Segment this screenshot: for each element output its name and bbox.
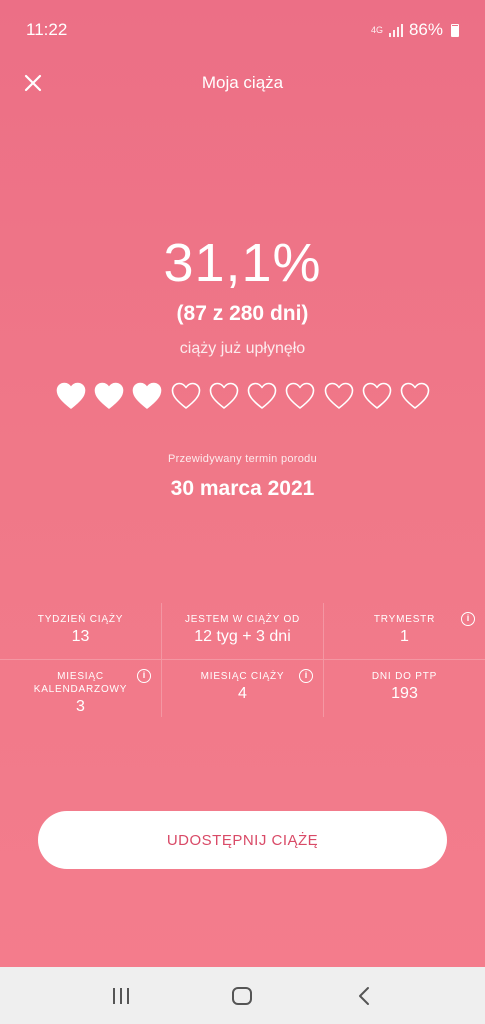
stats-grid: TYDZIEŃ CIĄŻY 13 JESTEM W CIĄŻY OD 12 ty… [0, 603, 485, 717]
stat-week-label: TYDZIEŃ CIĄŻY [37, 614, 124, 625]
stat-since-value: 12 tyg + 3 dni [194, 628, 291, 645]
progress-elapsed-text: ciąży już upłynęło [179, 340, 306, 357]
heart-filled-icon [133, 382, 162, 409]
stat-since: JESTEM W CIĄŻY OD 12 tyg + 3 dni [161, 603, 323, 659]
heart-filled-icon [94, 382, 124, 409]
stat-week-value: 13 [71, 628, 90, 645]
network-type-icon: 4G [370, 24, 383, 35]
stat-trimester: TRYMESTR 1 i [323, 603, 485, 659]
heart-outline-icon [324, 382, 353, 409]
stat-calendar-month: MIESIĄC KALENDARZOWY 3 i [0, 660, 161, 717]
progress-summary: 31,1% (87 z 280 dni) ciąży już upłynęło [0, 226, 485, 358]
stat-days-to-due-label: DNI DO PTP [371, 671, 438, 682]
status-time: 11:22 [26, 20, 68, 39]
close-button[interactable] [18, 68, 48, 98]
due-date-value: 30 marca 2021 [170, 477, 315, 500]
progress-percent: 31,1% [163, 233, 322, 293]
battery-percent: 86% [408, 20, 443, 39]
recent-apps-button[interactable] [101, 976, 141, 1016]
progress-days: (87 z 280 dni) [176, 302, 309, 325]
stat-trimester-value: 1 [400, 628, 409, 645]
share-pregnancy-button[interactable]: UDOSTĘPNIJ CIĄŻĘ [38, 811, 447, 869]
heart-outline-icon [209, 382, 239, 409]
stat-since-label: JESTEM W CIĄŻY OD [184, 614, 301, 625]
stat-pregnancy-month-value: 4 [238, 685, 247, 702]
heart-outline-icon [171, 382, 200, 409]
stat-days-to-due: DNI DO PTP 193 [323, 660, 485, 717]
due-date-section: Przewidywany termin porodu 30 marca 2021 [0, 453, 485, 501]
stat-days-to-due-value: 193 [391, 685, 418, 702]
recent-apps-icon [112, 987, 129, 1004]
heart-outline-icon [286, 382, 315, 409]
stats-row: TYDZIEŃ CIĄŻY 13 JESTEM W CIĄŻY OD 12 ty… [0, 603, 485, 659]
status-bar: 11:22 4G 86% [0, 0, 485, 60]
back-icon [359, 986, 370, 1005]
heart-outline-icon [400, 382, 430, 409]
status-indicators: 4G 86% [371, 20, 459, 40]
top-bar: Moja ciąża [0, 60, 485, 106]
stat-week: TYDZIEŃ CIĄŻY 13 [0, 603, 161, 659]
trimester-info-icon[interactable]: i [461, 612, 475, 626]
back-button[interactable] [344, 976, 384, 1016]
due-date-label: Przewidywany termin porodu [167, 453, 318, 465]
progress-hearts [56, 382, 430, 412]
heart-outline-icon [362, 382, 392, 409]
calendar-month-info-icon[interactable]: i [137, 669, 151, 683]
page-title: Moja ciąża [201, 73, 284, 92]
pregnancy-month-info-icon[interactable]: i [299, 669, 313, 683]
home-button[interactable] [222, 976, 262, 1016]
system-nav-bar [0, 967, 485, 1024]
home-icon [232, 986, 253, 1005]
battery-icon [451, 23, 459, 37]
heart-filled-icon [56, 382, 86, 409]
stat-pregnancy-month: MIESIĄC CIĄŻY 4 i [161, 660, 323, 717]
stat-calendar-month-value: 3 [76, 698, 85, 715]
heart-outline-icon [247, 382, 277, 409]
stats-row: MIESIĄC KALENDARZOWY 3 i MIESIĄC CIĄŻY 4… [0, 659, 485, 717]
close-icon [24, 74, 42, 92]
signal-icon [388, 23, 403, 37]
